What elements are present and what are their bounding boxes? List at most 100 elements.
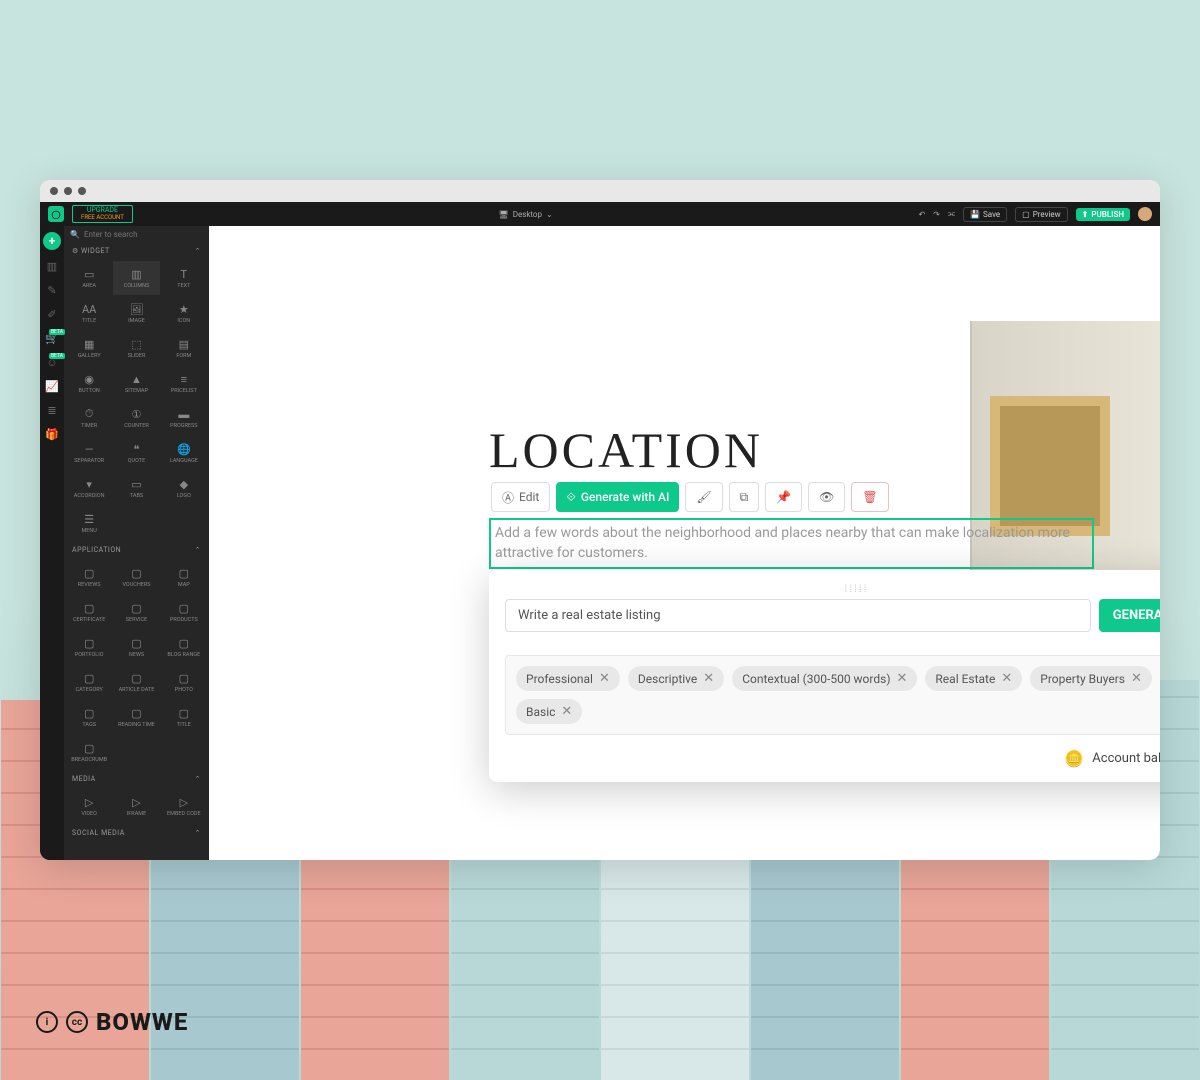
tag-professional[interactable]: Professional✕ [516, 666, 620, 691]
widget-counter[interactable]: ①COUNTER [113, 401, 159, 435]
window-min-dot[interactable] [64, 187, 72, 195]
app-tags[interactable]: ▢TAGS [66, 700, 112, 734]
brush-icon[interactable]: ✐ [45, 308, 59, 322]
widget-slider[interactable]: ⬚SLIDER [113, 331, 159, 365]
widget-form[interactable]: ▤FORM [161, 331, 207, 365]
media-video[interactable]: ▷VIDEO [66, 789, 112, 823]
remove-tag-icon[interactable]: ✕ [897, 671, 908, 686]
widget-quote[interactable]: ❝QUOTE [113, 436, 159, 470]
search-input[interactable] [84, 230, 203, 239]
tag-real[interactable]: Real Estate✕ [925, 666, 1022, 691]
chevron-down-icon[interactable]: ⌄ [546, 210, 553, 219]
media-embed-code[interactable]: ▷EMBED CODE [161, 789, 207, 823]
app-article-date[interactable]: ▢ARTICLE DATE [113, 665, 159, 699]
remove-tag-icon[interactable]: ✕ [703, 671, 714, 686]
section-media[interactable]: MEDIA⌃ [64, 771, 209, 787]
app-photo[interactable]: ▢PHOTO [161, 665, 207, 699]
widget-tabs[interactable]: ▭TABS [113, 471, 159, 505]
save-button[interactable]: 💾Save [963, 207, 1007, 222]
remove-tag-icon[interactable]: ✕ [599, 671, 610, 686]
widget-icon: ▥ [131, 268, 141, 281]
left-rail: + ▥ ✎ ✐ 🛒BETA ☺BETA 📈 ≣ 🎁 [40, 226, 64, 860]
widget-sitemap[interactable]: ▲SITEMAP [113, 366, 159, 400]
app-breadcrumb[interactable]: ▢BREADCRUMB [66, 735, 112, 769]
app-vouchers[interactable]: ▢VOUCHERS [113, 560, 159, 594]
stats-icon[interactable]: 📈 [45, 380, 59, 394]
widget-icon: 🖼 [130, 303, 144, 316]
edit-button[interactable]: ⒶEdit [491, 482, 550, 512]
media-iframe[interactable]: ▷IFRAME [113, 789, 159, 823]
drag-handle-icon[interactable]: ⁞⁞⁞⁞⁞ [505, 584, 1160, 595]
tag-property[interactable]: Property Buyers✕ [1030, 666, 1152, 691]
widget-columns[interactable]: ▥COLUMNS [113, 261, 159, 295]
window-max-dot[interactable] [78, 187, 86, 195]
share-icon[interactable]: ⫘ [948, 209, 955, 219]
app-portfolio[interactable]: ▢PORTFOLIO [66, 630, 112, 664]
app-products[interactable]: ▢PRODUCTS [161, 595, 207, 629]
cart-icon[interactable]: 🛒BETA [45, 332, 59, 346]
delete-button[interactable]: 🗑 [851, 482, 888, 512]
edit-icon[interactable]: ✎ [45, 284, 59, 298]
section-social[interactable]: SOCIAL MEDIA⌃ [64, 825, 209, 841]
widget-language[interactable]: 🌐LANGUAGE [161, 436, 207, 470]
widget-separator[interactable]: —SEPARATOR [66, 436, 112, 470]
pin-button[interactable]: 📌 [765, 482, 802, 512]
window-close-dot[interactable] [50, 187, 58, 195]
section-widget[interactable]: ⚙ WIDGET⌃ [64, 243, 209, 259]
widget-pricelist[interactable]: ≡PRICELIST [161, 366, 207, 400]
widget-timer[interactable]: ⏱TIMER [66, 401, 112, 435]
app-news[interactable]: ▢NEWS [113, 630, 159, 664]
widget-image[interactable]: 🖼IMAGE [113, 296, 159, 330]
widget-text[interactable]: TTEXT [161, 261, 207, 295]
upgrade-badge[interactable]: UPGRADE FREE ACCOUNT [72, 205, 133, 223]
app-certificate[interactable]: ▢CERTIFICATE [66, 595, 112, 629]
widget-icon: ☰ [84, 513, 94, 526]
preview-button[interactable]: ▢Preview [1015, 207, 1068, 222]
crm-icon[interactable]: ☺BETA [45, 356, 59, 370]
tag-descriptive[interactable]: Descriptive✕ [628, 666, 724, 691]
redo-icon[interactable]: ↷ [933, 210, 940, 219]
remove-tag-icon[interactable]: ✕ [561, 704, 572, 719]
avatar[interactable] [1138, 207, 1152, 221]
generate-button[interactable]: GENERATE✦ [1099, 599, 1160, 632]
widget-title[interactable]: AaTITLE [66, 296, 112, 330]
generate-ai-button[interactable]: ⟐Generate with AI [556, 482, 679, 512]
copy-button[interactable]: ⧉ [729, 482, 760, 512]
undo-icon[interactable]: ↶ [918, 210, 925, 219]
widget-logo[interactable]: ◆LOGO [161, 471, 207, 505]
widget-progress[interactable]: ▬PROGRESS [161, 401, 207, 435]
widget-icon: ▢ [131, 567, 141, 580]
tag-basic[interactable]: Basic✕ [516, 699, 582, 724]
app-title[interactable]: ▢TITLE [161, 700, 207, 734]
widget-accordion[interactable]: ▾ACCORDION [66, 471, 112, 505]
tag-contextual[interactable]: Contextual (300-500 words)✕ [732, 666, 917, 691]
add-button[interactable]: + [43, 232, 61, 250]
pages-icon[interactable]: ▥ [45, 260, 59, 274]
visibility-button[interactable]: 👁 [808, 482, 845, 512]
app-reviews[interactable]: ▢REVIEWS [66, 560, 112, 594]
text-block[interactable]: Add a few words about the neighborhood a… [489, 518, 1094, 569]
widget-icon: 🌐 [177, 443, 191, 456]
account-balance-label[interactable]: Account balance [1092, 751, 1160, 766]
style-button[interactable]: 🖌 [685, 482, 722, 512]
app-category[interactable]: ▢CATEGORY [66, 665, 112, 699]
gift-icon[interactable]: 🎁 [45, 428, 59, 442]
widget-gallery[interactable]: ▦GALLERY [66, 331, 112, 365]
remove-tag-icon[interactable]: ✕ [1131, 671, 1142, 686]
widget-icon[interactable]: ★ICON [161, 296, 207, 330]
app-blog-range[interactable]: ▢BLOG RANGE [161, 630, 207, 664]
layers-icon[interactable]: ≣ [45, 404, 59, 418]
remove-tag-icon[interactable]: ✕ [1001, 671, 1012, 686]
app-reading-time[interactable]: ▢READING TIME [113, 700, 159, 734]
widget-button[interactable]: ◉BUTTON [66, 366, 112, 400]
app-map[interactable]: ▢MAP [161, 560, 207, 594]
app-logo-icon[interactable]: ◯ [48, 206, 64, 222]
widget-icon: ▢ [131, 637, 141, 650]
ai-prompt-input[interactable]: Write a real estate listing [505, 599, 1091, 632]
publish-button[interactable]: ⬆PUBLISH [1076, 208, 1130, 221]
widget-area[interactable]: ▭AREA [66, 261, 112, 295]
widget-menu[interactable]: ☰MENU [66, 506, 112, 540]
section-application[interactable]: APPLICATION⌃ [64, 542, 209, 558]
app-service[interactable]: ▢SERVICE [113, 595, 159, 629]
viewport-label[interactable]: Desktop [513, 210, 542, 219]
